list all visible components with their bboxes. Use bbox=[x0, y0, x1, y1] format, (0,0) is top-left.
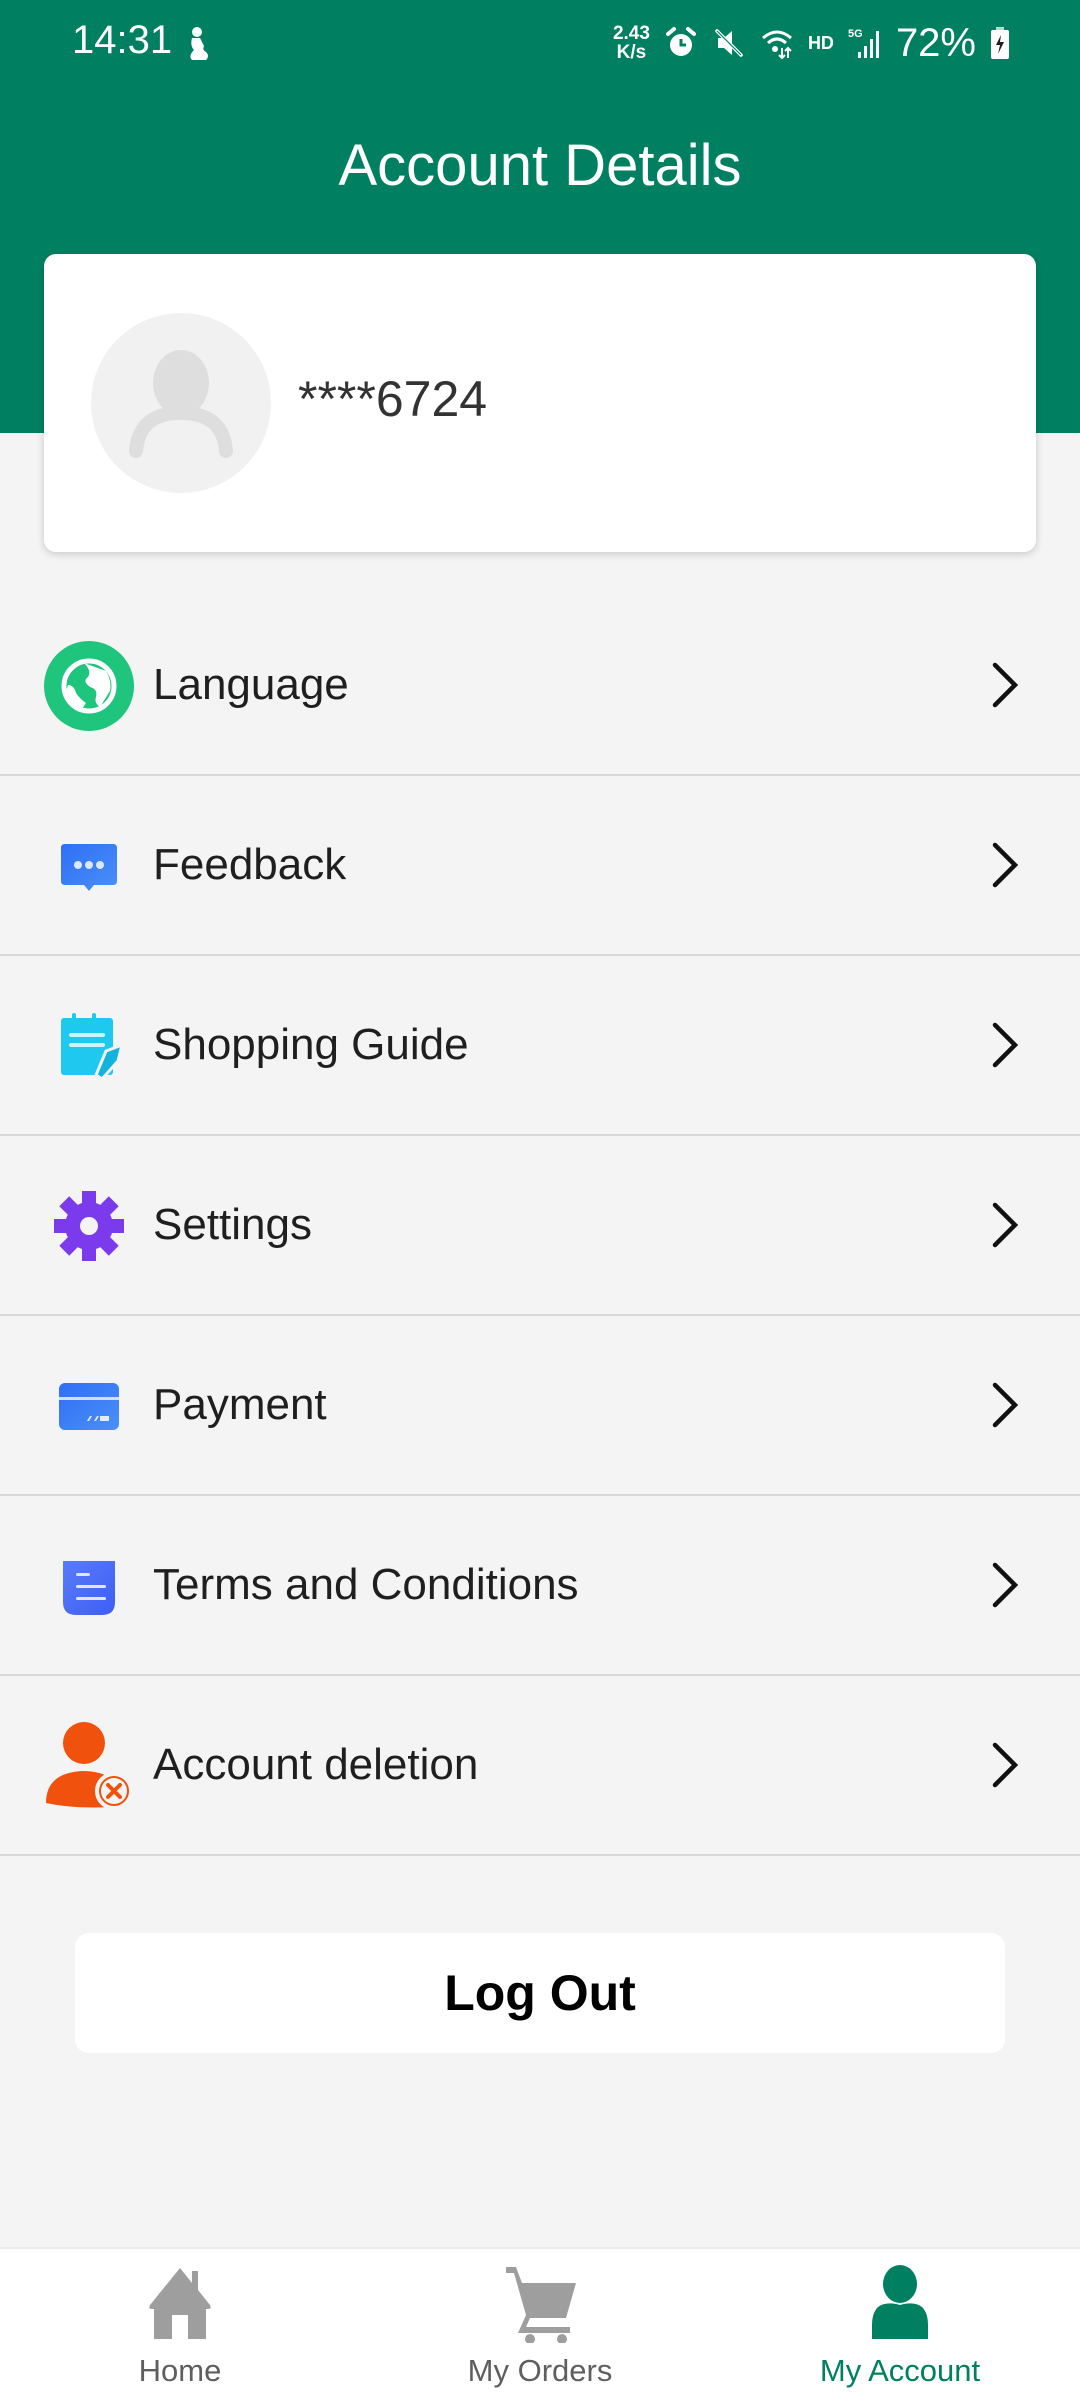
chat-bubble-icon bbox=[44, 821, 134, 911]
chevron-right-icon bbox=[992, 1562, 1019, 1608]
chevron-right-icon bbox=[992, 1022, 1019, 1068]
user-remove-icon bbox=[44, 1721, 134, 1811]
menu-label: Settings bbox=[153, 1200, 312, 1249]
alarm-icon bbox=[665, 27, 696, 56]
menu-item-language[interactable]: Language bbox=[0, 596, 1080, 776]
mute-icon bbox=[715, 29, 743, 57]
chevron-right-icon bbox=[992, 1742, 1019, 1788]
bottom-nav: Home My Orders My Account bbox=[0, 2247, 1080, 2400]
battery-charging-icon bbox=[991, 27, 1009, 59]
menu-label: Account deletion bbox=[153, 1740, 479, 1789]
net-speed: 2.43 K/s bbox=[613, 24, 650, 62]
nav-label: Home bbox=[138, 2353, 222, 2388]
network-badge: HD bbox=[807, 32, 834, 53]
nav-item-my-orders[interactable]: My Orders bbox=[360, 2249, 720, 2400]
menu-label: Shopping Guide bbox=[153, 1020, 469, 1069]
menu-label: Language bbox=[153, 660, 349, 709]
home-icon bbox=[149, 2268, 211, 2339]
menu-label: Feedback bbox=[153, 840, 347, 889]
menu-item-terms[interactable]: Terms and Conditions bbox=[0, 1496, 1080, 1676]
cart-icon bbox=[506, 2267, 576, 2343]
chevron-right-icon bbox=[992, 662, 1019, 708]
status-time: 14:31 bbox=[72, 18, 173, 62]
status-bar: 14:31 2.43 K/s HD 5G 72% bbox=[0, 0, 1080, 86]
logout-button[interactable]: Log Out bbox=[75, 1933, 1005, 2053]
user-icon bbox=[872, 2265, 928, 2339]
menu-label: Terms and Conditions bbox=[153, 1560, 579, 1609]
menu-item-account-deletion[interactable]: Account deletion bbox=[0, 1676, 1080, 1856]
chevron-right-icon bbox=[992, 1382, 1019, 1428]
default-avatar-icon bbox=[129, 350, 233, 458]
menu-item-feedback[interactable]: Feedback bbox=[0, 776, 1080, 956]
account-id: ****6724 bbox=[298, 371, 488, 427]
menu-list: Language Feedback Shopping Guide Setting… bbox=[0, 596, 1080, 1856]
chevron-right-icon bbox=[992, 842, 1019, 888]
globe-icon bbox=[44, 641, 134, 731]
nav-label: My Account bbox=[819, 2353, 981, 2388]
svg-text:5G: 5G bbox=[848, 28, 863, 40]
gear-icon bbox=[44, 1181, 134, 1271]
menu-item-payment[interactable]: Payment bbox=[0, 1316, 1080, 1496]
signal-icon: 5G bbox=[848, 28, 879, 58]
nav-item-home[interactable]: Home bbox=[0, 2249, 360, 2400]
page-title: Account Details bbox=[338, 133, 742, 198]
net-speed-value: 2.43 bbox=[612, 23, 650, 44]
status-icons: 2.43 K/s HD 5G 72% bbox=[613, 18, 1010, 68]
nav-label: My Orders bbox=[467, 2353, 613, 2388]
credit-card-icon bbox=[44, 1361, 134, 1451]
net-speed-unit: K/s bbox=[616, 42, 647, 63]
menu-item-shopping-guide[interactable]: Shopping Guide bbox=[0, 956, 1080, 1136]
battery-percent: 72% bbox=[895, 20, 976, 65]
person-status-icon bbox=[190, 27, 208, 60]
wifi-icon bbox=[761, 30, 792, 60]
profile-card[interactable]: ****6724 bbox=[44, 254, 1036, 552]
menu-label: Payment bbox=[153, 1380, 327, 1429]
nav-item-my-account[interactable]: My Account bbox=[720, 2249, 1080, 2400]
notepad-pen-icon bbox=[44, 1001, 134, 1091]
menu-item-settings[interactable]: Settings bbox=[0, 1136, 1080, 1316]
document-icon bbox=[44, 1541, 134, 1631]
avatar[interactable] bbox=[91, 313, 271, 493]
chevron-right-icon bbox=[992, 1202, 1019, 1248]
